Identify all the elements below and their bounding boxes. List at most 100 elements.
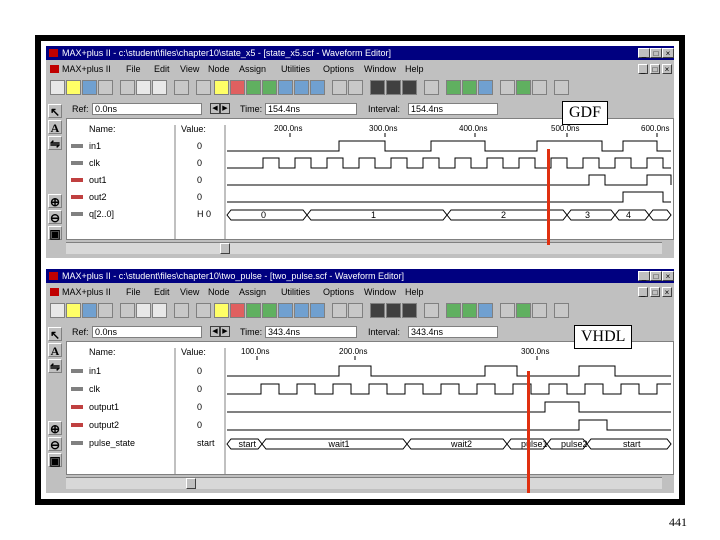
mdi-minimize-button[interactable]: _: [638, 64, 648, 74]
new-file-icon[interactable]: [50, 80, 65, 95]
project-simulate-icon[interactable]: [424, 80, 439, 95]
prev-transition-button[interactable]: ◀: [210, 326, 220, 337]
node-icon-a[interactable]: [446, 80, 461, 95]
pointer-tool-icon[interactable]: ↖: [48, 104, 62, 119]
gdf-title-bar[interactable]: MAX+plus II - c:\student\files\chapter10…: [46, 46, 674, 60]
node-icon-g[interactable]: [554, 303, 569, 318]
menu-utilities[interactable]: Utilities: [281, 62, 310, 76]
menu-options[interactable]: Options: [323, 62, 354, 76]
find-icon[interactable]: [230, 80, 245, 95]
node-icon-a[interactable]: [446, 303, 461, 318]
cascade-icon[interactable]: [348, 80, 363, 95]
menu-view[interactable]: View: [180, 62, 199, 76]
undo-icon[interactable]: [174, 303, 189, 318]
vhdl-scroll-thumb[interactable]: [186, 478, 196, 489]
next-transition-button[interactable]: ▶: [220, 326, 230, 337]
mdi-close-button[interactable]: ×: [662, 64, 672, 74]
menu-file[interactable]: File: [126, 62, 141, 76]
node-icon-b[interactable]: [462, 303, 477, 318]
cut-icon[interactable]: [120, 80, 135, 95]
document-icon[interactable]: [50, 65, 59, 73]
hierarchy-display-icon[interactable]: [246, 80, 261, 95]
hierarchy-up-icon[interactable]: [214, 303, 229, 318]
gdf-scroll-thumb[interactable]: [220, 243, 230, 254]
prev-transition-button[interactable]: ◀: [210, 103, 220, 114]
copy-icon[interactable]: [136, 303, 151, 318]
cut-icon[interactable]: [120, 303, 135, 318]
time-field[interactable]: 343.4ns: [265, 326, 357, 338]
maximize-button[interactable]: □: [650, 48, 662, 58]
close-button[interactable]: ×: [662, 271, 674, 281]
simulator-icon[interactable]: [294, 80, 309, 95]
menu-assign[interactable]: Assign: [239, 62, 266, 76]
minimize-button[interactable]: _: [638, 271, 650, 281]
compiler-icon[interactable]: [278, 303, 293, 318]
interval-field[interactable]: 343.4ns: [408, 326, 498, 338]
hierarchy-up-icon[interactable]: [214, 80, 229, 95]
project-simulate-icon[interactable]: [424, 303, 439, 318]
time-field[interactable]: 154.4ns: [265, 103, 357, 115]
menu-window[interactable]: Window: [364, 62, 396, 76]
menu-edit[interactable]: Edit: [154, 285, 170, 299]
new-file-icon[interactable]: [50, 303, 65, 318]
interval-field[interactable]: 154.4ns: [408, 103, 498, 115]
node-icon-e[interactable]: [516, 80, 531, 95]
next-transition-button[interactable]: ▶: [220, 103, 230, 114]
vhdl-horizontal-scrollbar[interactable]: [66, 477, 662, 489]
floorplan-icon[interactable]: [262, 80, 277, 95]
menu-window[interactable]: Window: [364, 285, 396, 299]
node-icon-d[interactable]: [500, 303, 515, 318]
menu-edit[interactable]: Edit: [154, 62, 170, 76]
project-save-icon[interactable]: [370, 80, 385, 95]
menu-maxplus[interactable]: MAX+plus II: [62, 285, 111, 299]
vhdl-title-bar[interactable]: MAX+plus II - c:\student\files\chapter10…: [46, 269, 674, 283]
maximize-button[interactable]: □: [650, 271, 662, 281]
project-compile-icon[interactable]: [402, 303, 417, 318]
zoom-in-icon[interactable]: ⊕: [48, 194, 62, 209]
menu-file[interactable]: File: [126, 285, 141, 299]
floorplan-icon[interactable]: [262, 303, 277, 318]
document-icon[interactable]: [50, 288, 59, 296]
timing-analyzer-icon[interactable]: [310, 80, 325, 95]
menu-options[interactable]: Options: [323, 285, 354, 299]
save-icon[interactable]: [82, 303, 97, 318]
compiler-icon[interactable]: [278, 80, 293, 95]
menu-assign[interactable]: Assign: [239, 285, 266, 299]
print-icon[interactable]: [98, 303, 113, 318]
mdi-restore-button[interactable]: □: [650, 287, 660, 297]
open-folder-icon[interactable]: [66, 80, 81, 95]
help-pointer-icon[interactable]: [196, 303, 211, 318]
menu-node[interactable]: Node: [208, 285, 230, 299]
minimize-button[interactable]: _: [638, 48, 650, 58]
copy-icon[interactable]: [136, 80, 151, 95]
node-tool-icon[interactable]: ⇋: [48, 359, 62, 374]
zoom-in-icon[interactable]: ⊕: [48, 421, 62, 436]
timing-analyzer-icon[interactable]: [310, 303, 325, 318]
fit-window-icon[interactable]: ▣: [48, 453, 62, 468]
programmer-icon[interactable]: [332, 303, 347, 318]
gdf-waveform-area[interactable]: Name: Value: 200.0ns 300.0ns 400.0ns 500.0ns 6…: [67, 119, 673, 239]
node-icon-f[interactable]: [532, 80, 547, 95]
project-check-icon[interactable]: [386, 80, 401, 95]
cascade-icon[interactable]: [348, 303, 363, 318]
node-icon-c[interactable]: [478, 303, 493, 318]
text-tool-icon[interactable]: A: [48, 120, 62, 135]
menu-node[interactable]: Node: [208, 62, 230, 76]
menu-view[interactable]: View: [180, 285, 199, 299]
print-icon[interactable]: [98, 80, 113, 95]
zoom-out-icon[interactable]: ⊖: [48, 437, 62, 452]
mdi-close-button[interactable]: ×: [662, 287, 672, 297]
paste-icon[interactable]: [152, 303, 167, 318]
programmer-icon[interactable]: [332, 80, 347, 95]
node-icon-g[interactable]: [554, 80, 569, 95]
vhdl-waveform-area[interactable]: Name: Value: 100.0ns 200.0ns 300.0ns in1 0 clk 0…: [67, 342, 673, 474]
mdi-minimize-button[interactable]: _: [638, 287, 648, 297]
project-save-icon[interactable]: [370, 303, 385, 318]
node-icon-d[interactable]: [500, 80, 515, 95]
gdf-horizontal-scrollbar[interactable]: [66, 242, 662, 254]
project-compile-icon[interactable]: [402, 80, 417, 95]
node-icon-b[interactable]: [462, 80, 477, 95]
ref-field[interactable]: 0.0ns: [92, 103, 202, 115]
hierarchy-display-icon[interactable]: [246, 303, 261, 318]
node-icon-c[interactable]: [478, 80, 493, 95]
